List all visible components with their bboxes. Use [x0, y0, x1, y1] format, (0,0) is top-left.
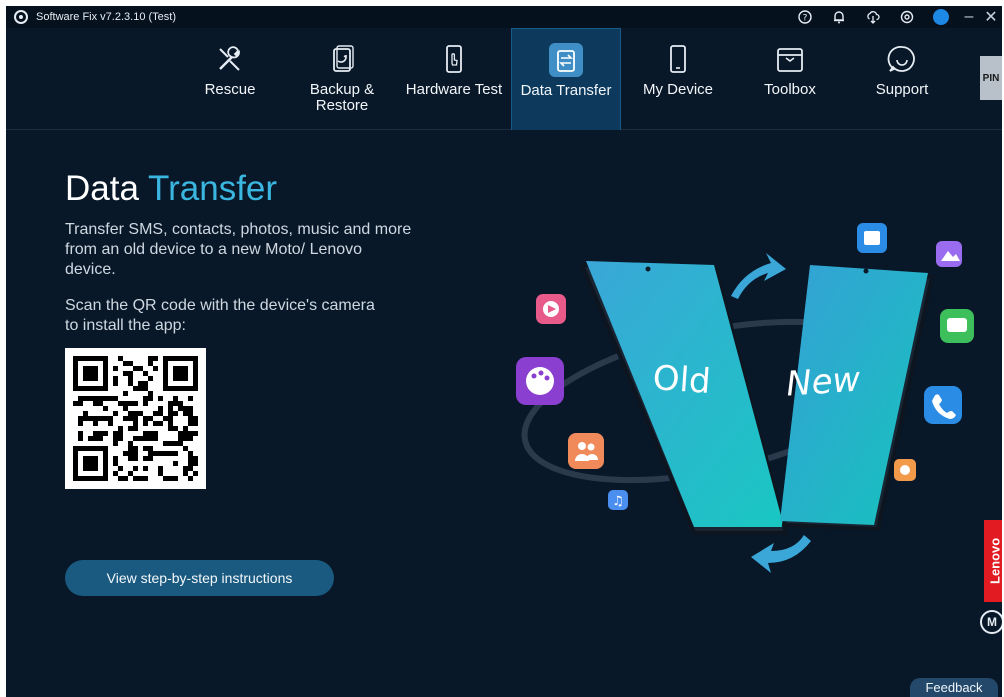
- old-label: Old: [652, 358, 712, 402]
- main-nav: Rescue Backup & Restore Hardware Test Da…: [6, 28, 1002, 130]
- arrow-down-icon: [751, 535, 811, 573]
- chat-icon: [885, 42, 919, 76]
- help-icon[interactable]: ?: [797, 9, 813, 25]
- title-bar: Software Fix v7.2.3.10 (Test) ? – ✕: [6, 6, 1002, 28]
- notification-app-icon: [894, 459, 916, 481]
- contacts-app-icon: [568, 433, 604, 469]
- video-app-icon: [536, 294, 566, 324]
- page-title-accent: Transfer: [148, 169, 278, 208]
- tab-support-label: Support: [875, 81, 929, 98]
- lenovo-logo: Lenovo: [984, 520, 1002, 602]
- data-transfer-icon: [549, 43, 583, 77]
- hardware-test-icon: [437, 42, 471, 76]
- page-title: Data Transfer: [65, 169, 277, 209]
- tab-data-transfer-label: Data Transfer: [520, 82, 612, 99]
- gallery-app-icon: [936, 241, 962, 267]
- backup-icon: [325, 42, 359, 76]
- tab-backup-restore[interactable]: Backup & Restore: [287, 28, 397, 130]
- tab-my-device[interactable]: My Device: [623, 28, 733, 130]
- arrow-up-icon: [731, 253, 786, 299]
- cloud-download-icon[interactable]: [865, 9, 881, 25]
- pin-button[interactable]: PIN: [980, 56, 1002, 100]
- svg-text:♫: ♫: [612, 494, 624, 509]
- app-window: Software Fix v7.2.3.10 (Test) ? – ✕ Resc…: [6, 6, 1002, 697]
- toolbox-icon: [773, 42, 807, 76]
- bell-icon[interactable]: [831, 9, 847, 25]
- motorola-logo: M: [980, 610, 1002, 634]
- close-button[interactable]: ✕: [980, 6, 1002, 28]
- tab-support[interactable]: Support: [847, 28, 957, 130]
- tab-rescue[interactable]: Rescue: [175, 28, 285, 130]
- titlebar-actions: ? – ✕: [788, 6, 1002, 28]
- tab-hardware-test[interactable]: Hardware Test: [399, 28, 509, 130]
- files-app-icon: [857, 223, 887, 253]
- new-phone: New: [780, 265, 935, 532]
- svg-text:?: ?: [803, 14, 808, 24]
- tab-backup-restore-label: Backup & Restore: [309, 81, 375, 114]
- user-icon[interactable]: [933, 9, 949, 25]
- tab-hardware-test-label: Hardware Test: [405, 81, 503, 98]
- window-title: Software Fix v7.2.3.10 (Test): [36, 11, 176, 23]
- tab-my-device-label: My Device: [642, 81, 713, 98]
- palette-app-icon: [516, 357, 564, 405]
- music-app-icon: ♫: [608, 490, 628, 510]
- phone-icon: [661, 42, 695, 76]
- feedback-button[interactable]: Feedback: [910, 678, 998, 697]
- tab-rescue-label: Rescue: [204, 81, 256, 98]
- qr-instruction-text: Scan the QR code with the device's camer…: [65, 297, 375, 334]
- page-title-part1: Data: [65, 169, 139, 208]
- tab-toolbox[interactable]: Toolbox: [735, 28, 845, 130]
- phone-app-icon: [924, 386, 962, 424]
- messages-app-icon: [940, 309, 974, 343]
- qr-code: [65, 348, 206, 489]
- app-logo-icon: [14, 10, 28, 24]
- settings-icon[interactable]: [899, 9, 915, 25]
- view-instructions-button[interactable]: View step-by-step instructions: [65, 560, 334, 596]
- transfer-illustration: Old New ♫: [516, 223, 974, 573]
- minimize-button[interactable]: –: [958, 6, 980, 28]
- description-text: Transfer SMS, contacts, photos, music an…: [65, 221, 412, 278]
- tools-icon: [213, 42, 247, 76]
- tab-data-transfer[interactable]: Data Transfer: [511, 28, 621, 130]
- tab-toolbox-label: Toolbox: [764, 81, 816, 98]
- new-label: New: [785, 359, 862, 404]
